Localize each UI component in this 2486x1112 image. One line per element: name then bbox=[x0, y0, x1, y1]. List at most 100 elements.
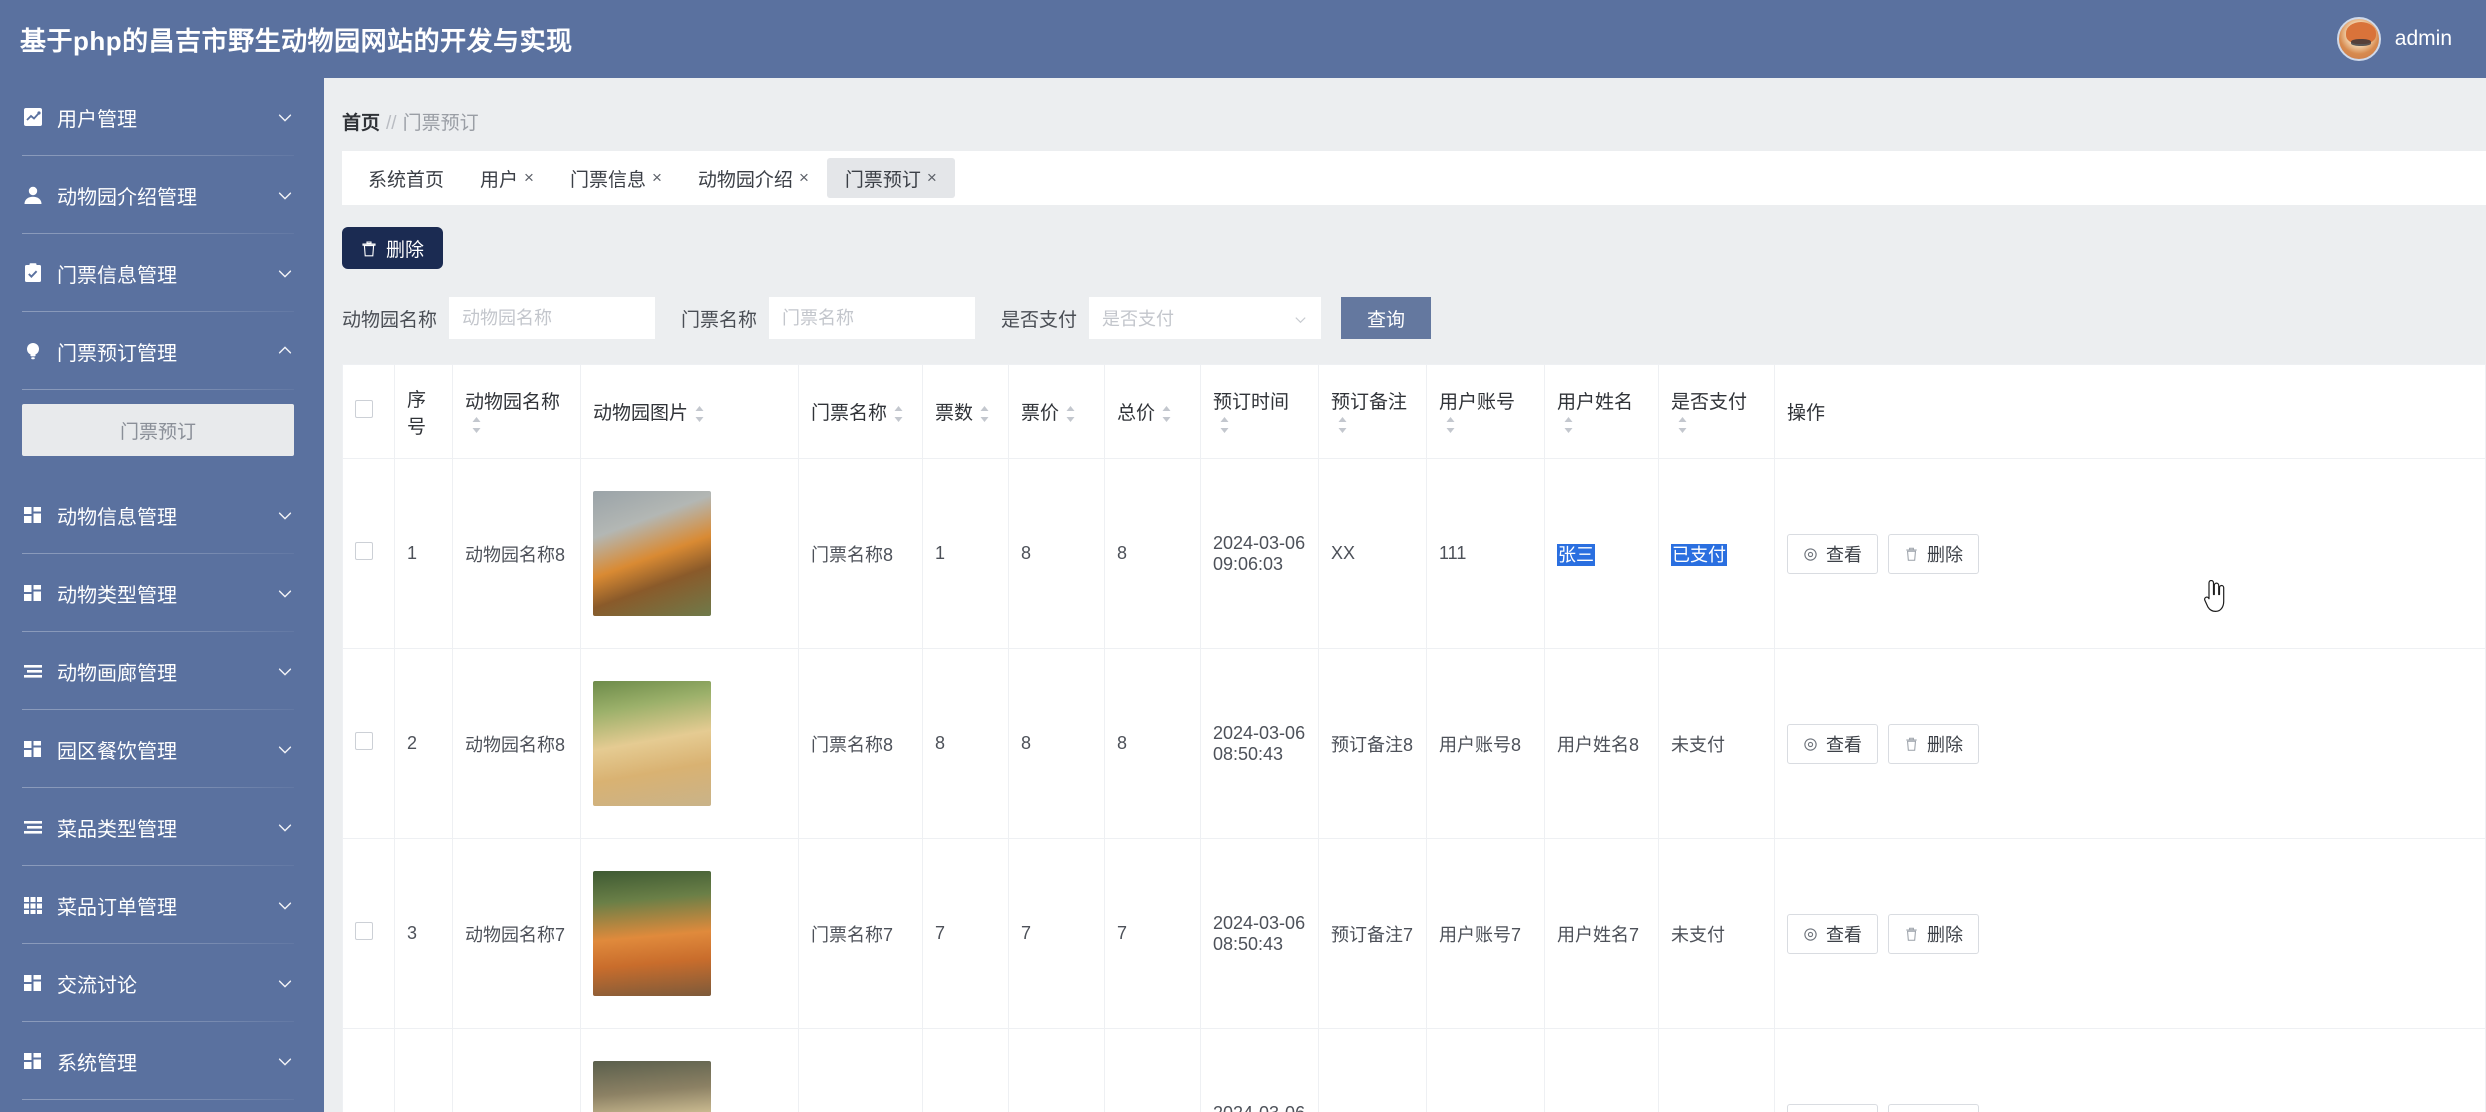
sidebar-item-8[interactable]: 园区餐饮管理 bbox=[0, 710, 324, 788]
row-checkbox[interactable] bbox=[355, 732, 373, 750]
ticket-name-input[interactable] bbox=[769, 297, 976, 339]
sort-icon[interactable] bbox=[693, 403, 706, 425]
view-button[interactable]: 查看 bbox=[1787, 913, 1878, 954]
cell-zoo_image[interactable] bbox=[580, 1028, 799, 1112]
view-button[interactable]: 查看 bbox=[1787, 533, 1878, 574]
column-header-is_paid[interactable]: 是否支付 bbox=[1658, 364, 1775, 459]
column-header-user_name[interactable]: 用户姓名 bbox=[1544, 364, 1659, 459]
cell-zoo_image[interactable] bbox=[580, 648, 799, 839]
is-paid-select[interactable]: 是否支付 bbox=[1089, 297, 1322, 339]
sort-icon[interactable] bbox=[1064, 403, 1077, 425]
sort-icon[interactable] bbox=[1562, 414, 1575, 436]
sort-icon[interactable] bbox=[978, 403, 991, 425]
tiger-photo[interactable] bbox=[593, 491, 711, 616]
sidebar-item-6[interactable]: 动物类型管理 bbox=[0, 554, 324, 632]
row-delete-button[interactable]: 删除 bbox=[1888, 723, 1979, 764]
table-row[interactable]: 1 动物园名称8 门票名称8 1 8 8 2024-03-06 09:06:03 XX 111 张… bbox=[342, 458, 2486, 649]
chevron-down-icon[interactable] bbox=[276, 896, 294, 914]
row-checkbox[interactable] bbox=[355, 922, 373, 940]
cell-zoo_image[interactable] bbox=[580, 838, 799, 1029]
column-header-book_time[interactable]: 预订时间 bbox=[1200, 364, 1319, 459]
chevron-down-icon[interactable] bbox=[276, 818, 294, 836]
tab-close-icon[interactable]: × bbox=[524, 168, 534, 188]
sidebar-item-11[interactable]: 交流讨论 bbox=[0, 944, 324, 1022]
chevron-down-icon[interactable] bbox=[276, 108, 294, 126]
sidebar-item-9[interactable]: 菜品类型管理 bbox=[0, 788, 324, 866]
chevron-down-icon[interactable] bbox=[276, 584, 294, 602]
lion-photo[interactable] bbox=[593, 681, 711, 806]
cell-checkbox[interactable] bbox=[342, 1028, 395, 1112]
sidebar-item-1[interactable]: 用户管理 bbox=[0, 78, 324, 156]
row-checkbox[interactable] bbox=[355, 542, 373, 560]
cell-zoo_image[interactable] bbox=[580, 458, 799, 649]
column-header-zoo_name[interactable]: 动物园名称 bbox=[452, 364, 581, 459]
chevron-down-icon[interactable] bbox=[276, 662, 294, 680]
lion-resting-photo[interactable] bbox=[593, 1061, 711, 1112]
row-delete-button[interactable]: 删除 bbox=[1888, 1103, 1979, 1112]
batch-delete-button[interactable]: 删除 bbox=[342, 227, 444, 269]
sidebar-item-4[interactable]: 门票预订管理 bbox=[0, 312, 324, 390]
column-header-total_price[interactable]: 总价 bbox=[1104, 364, 1201, 459]
cell-checkbox[interactable] bbox=[342, 838, 395, 1029]
select-all-checkbox[interactable] bbox=[355, 399, 373, 418]
sort-icon[interactable] bbox=[1676, 414, 1689, 436]
sort-icon[interactable] bbox=[1444, 414, 1457, 436]
sidebar-item-12[interactable]: 系统管理 bbox=[0, 1022, 324, 1100]
cell-checkbox[interactable] bbox=[342, 648, 395, 839]
cell-checkbox[interactable] bbox=[342, 458, 395, 649]
chevron-down-icon[interactable] bbox=[276, 186, 294, 204]
table-row[interactable]: 4动物园名称6门票名称66662024-03-06 08:50:43预订备注6用… bbox=[342, 1028, 2486, 1112]
search-button[interactable]: 查询 bbox=[1341, 297, 1432, 339]
column-header-ticket_count[interactable]: 票数 bbox=[922, 364, 1009, 459]
table-row[interactable]: 3 动物园名称7 门票名称7 7 7 7 2024-03-06 08:50:43 预订备注7 用… bbox=[342, 838, 2486, 1029]
sort-icon[interactable] bbox=[470, 414, 483, 436]
tab-close-icon[interactable]: × bbox=[652, 168, 662, 188]
chevron-down-icon[interactable] bbox=[276, 1052, 294, 1070]
sidebar-item-7[interactable]: 动物画廊管理 bbox=[0, 632, 324, 710]
tiger-roar-photo[interactable] bbox=[593, 871, 711, 996]
sidebar-item-3[interactable]: 门票信息管理 bbox=[0, 234, 324, 312]
row-delete-button[interactable]: 删除 bbox=[1888, 533, 1979, 574]
tab-3[interactable]: 门票信息 × bbox=[552, 158, 680, 198]
user-menu[interactable]: admin bbox=[2336, 17, 2452, 61]
column-header-label: 总价 bbox=[1117, 403, 1156, 424]
table-row[interactable]: 2 动物园名称8 门票名称8 8 8 8 2024-03-06 08:50:43 预订备注8 用… bbox=[342, 648, 2486, 839]
column-header-user_account[interactable]: 用户账号 bbox=[1426, 364, 1545, 459]
breadcrumb-home[interactable]: 首页 bbox=[342, 113, 380, 134]
tab-4[interactable]: 动物园介绍 × bbox=[680, 158, 827, 198]
tab-close-icon[interactable]: × bbox=[799, 168, 809, 188]
view-button[interactable]: 查看 bbox=[1787, 723, 1878, 764]
tab-close-icon[interactable]: × bbox=[927, 168, 937, 188]
sidebar-item-5[interactable]: 动物信息管理 bbox=[0, 476, 324, 554]
sort-icon[interactable] bbox=[1218, 414, 1231, 436]
column-header-book_note[interactable]: 预订备注 bbox=[1318, 364, 1427, 459]
column-header-label: 序号 bbox=[407, 389, 427, 438]
chevron-down-icon[interactable] bbox=[276, 506, 294, 524]
column-header-ticket_name[interactable]: 门票名称 bbox=[798, 364, 923, 459]
row-delete-button[interactable]: 删除 bbox=[1888, 913, 1979, 954]
eye-icon bbox=[1803, 926, 1818, 941]
chevron-down-icon[interactable] bbox=[276, 264, 294, 282]
avatar[interactable] bbox=[2336, 17, 2381, 61]
column-header-zoo_image[interactable]: 动物园图片 bbox=[580, 364, 799, 459]
sidebar-item-2[interactable]: 动物园介绍管理 bbox=[0, 156, 324, 234]
cell-user_account: 111 bbox=[1426, 458, 1545, 649]
sort-icon[interactable] bbox=[1160, 403, 1173, 425]
chevron-down-icon[interactable] bbox=[276, 974, 294, 992]
chevron-down-icon[interactable] bbox=[276, 740, 294, 758]
tab-2[interactable]: 用户 × bbox=[462, 158, 552, 198]
tab-label: 门票预订 bbox=[844, 169, 921, 191]
tab-5[interactable]: 门票预订 × bbox=[826, 158, 955, 198]
sidebar-item-10[interactable]: 菜品订单管理 bbox=[0, 866, 324, 944]
sort-icon[interactable] bbox=[892, 403, 905, 425]
zoo-name-input[interactable] bbox=[449, 297, 656, 339]
column-header-ticket_price[interactable]: 票价 bbox=[1008, 364, 1105, 459]
cell-ticket_count: 1 bbox=[922, 458, 1009, 649]
view-button[interactable]: 查看 bbox=[1787, 1103, 1878, 1112]
chevron-up-icon[interactable] bbox=[276, 342, 294, 360]
cell-actions: 查看 删除 bbox=[1774, 458, 2486, 649]
sidebar-submenu-item-ticket-booking[interactable]: 门票预订 bbox=[22, 404, 294, 456]
cell-total_price: 8 bbox=[1104, 648, 1201, 839]
tab-1[interactable]: 系统首页 bbox=[350, 158, 462, 198]
sort-icon[interactable] bbox=[1336, 414, 1349, 436]
